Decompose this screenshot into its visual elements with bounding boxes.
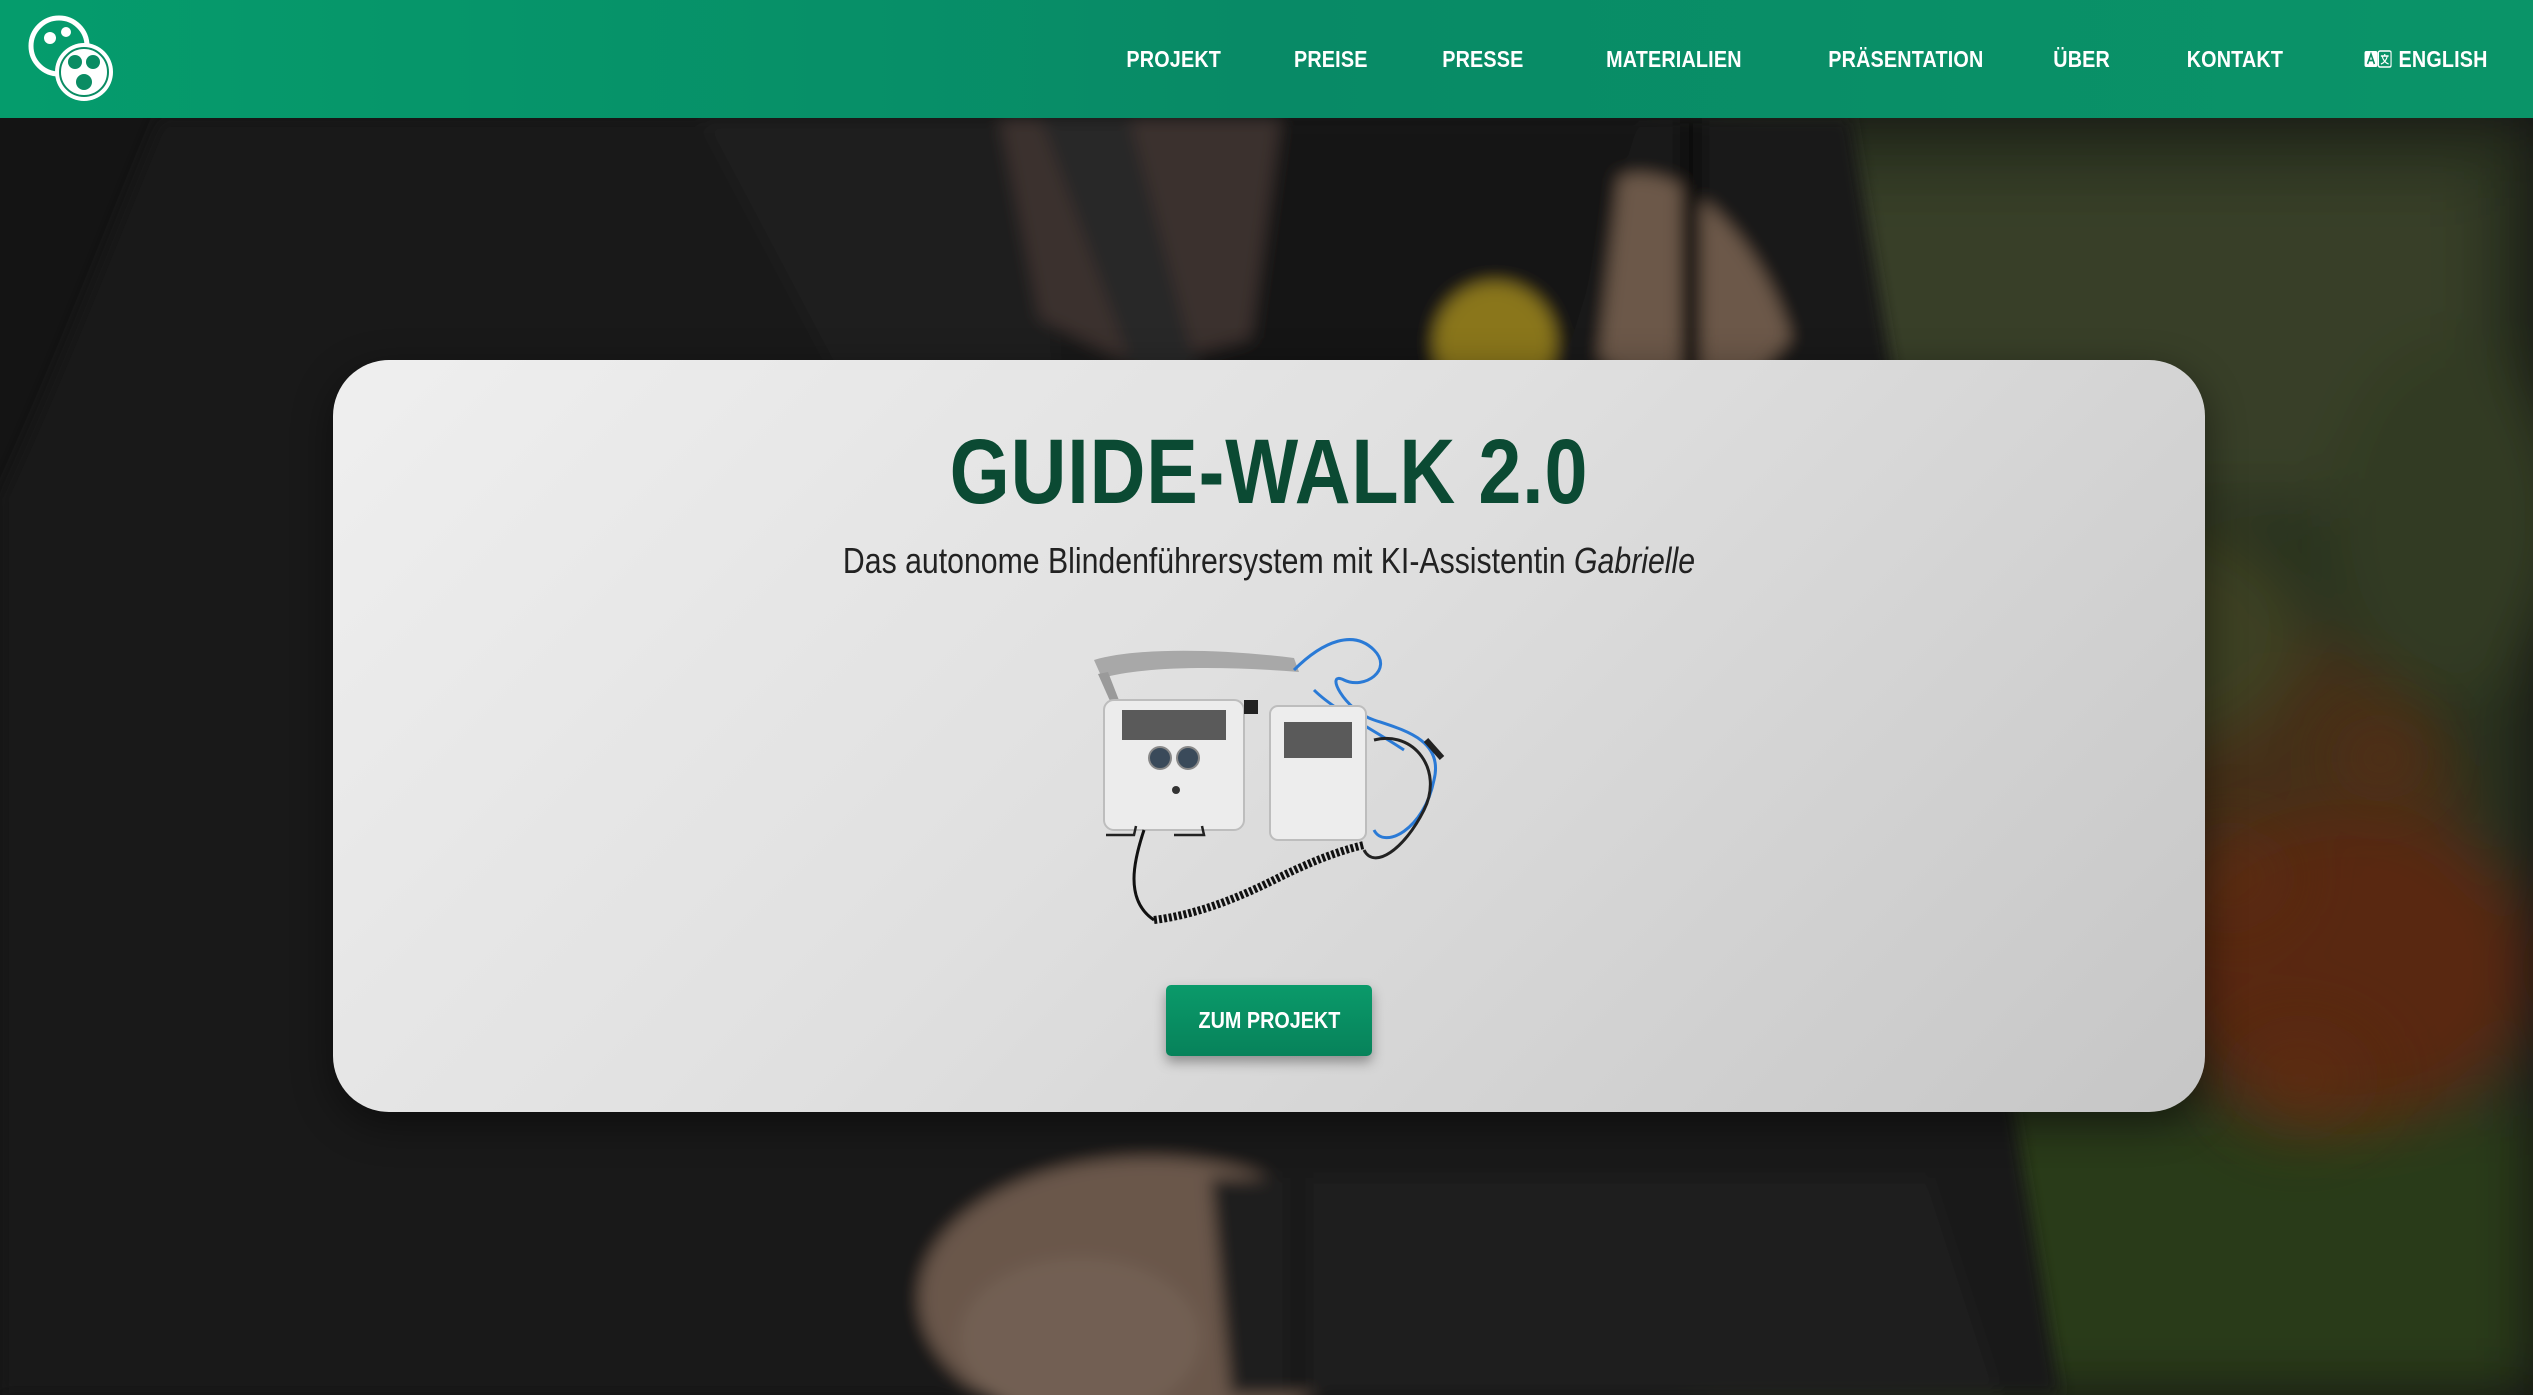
- subtitle-text: Das autonome Blindenführersystem mit KI-…: [842, 540, 1575, 581]
- page-subtitle: Das autonome Blindenführersystem mit KI-…: [483, 540, 2055, 582]
- language-switch[interactable]: ENGLISH: [2364, 46, 2488, 73]
- page-title: GUIDE-WALK 2.0: [949, 421, 1589, 523]
- nav-item-praesentation[interactable]: PRÄSENTATION: [1828, 46, 1983, 73]
- zum-projekt-label: ZUM PROJEKT: [1198, 1007, 1340, 1033]
- nav-item-presse[interactable]: PRESSE: [1442, 46, 1523, 73]
- zum-projekt-button[interactable]: ZUM PROJEKT: [1166, 985, 1372, 1056]
- guide-walk-device-photo: [1094, 638, 1445, 924]
- assistant-name: Gabrielle: [1574, 540, 1696, 581]
- main-navigation: PROJEKT PREISE PRESSE MATERIALIEN PRÄSEN…: [1050, 0, 2488, 118]
- nav-item-materialien[interactable]: MATERIALIEN: [1606, 46, 1742, 73]
- nav-item-kontakt[interactable]: KONTAKT: [2187, 46, 2283, 73]
- nav-item-preise[interactable]: PREISE: [1294, 46, 1368, 73]
- translate-icon: [2364, 50, 2392, 68]
- nav-item-projekt[interactable]: PROJEKT: [1126, 46, 1221, 73]
- language-label: ENGLISH: [2398, 45, 2488, 72]
- top-navbar: PROJEKT PREISE PRESSE MATERIALIEN PRÄSEN…: [0, 0, 2533, 118]
- hero-card: GUIDE-WALK 2.0 Das autonome Blindenführe…: [333, 360, 2205, 1112]
- nav-item-ueber[interactable]: ÜBER: [2053, 46, 2110, 73]
- guide-walk-logo[interactable]: [26, 12, 122, 104]
